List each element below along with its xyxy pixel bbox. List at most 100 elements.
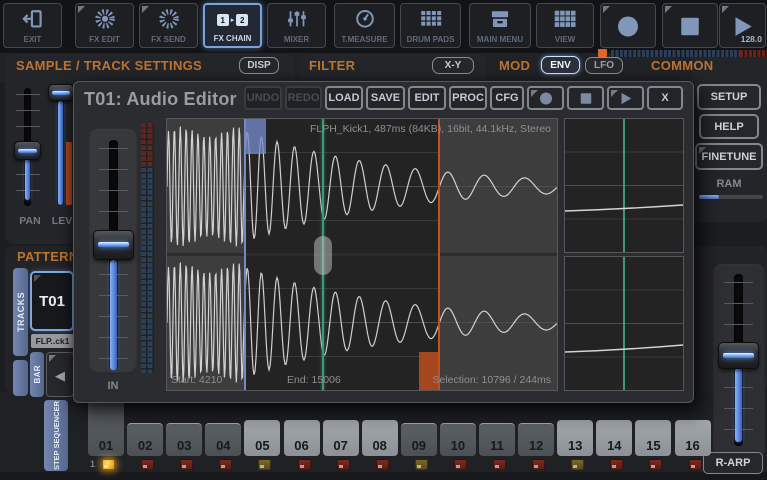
mixer-button[interactable]: MIXER: [267, 3, 326, 48]
step-button-07[interactable]: 07: [323, 420, 359, 456]
dialog-button-label: EDIT: [414, 92, 439, 104]
stop-square-icon: [663, 12, 717, 40]
cfg-button[interactable]: CFG: [490, 86, 524, 110]
dialog-button-label: X: [661, 92, 668, 104]
step-led-10: [454, 459, 467, 470]
xy-button[interactable]: X-Y: [432, 57, 474, 74]
play-triangle-icon: [617, 91, 635, 106]
beat-number-label: 1: [90, 459, 95, 469]
dialog-button-label: CFG: [495, 92, 518, 104]
right-fader-knob[interactable]: [718, 342, 759, 369]
record-button[interactable]: [527, 86, 564, 110]
exit-button[interactable]: EXIT: [3, 3, 62, 48]
step-number: 01: [88, 438, 124, 453]
step-number: 13: [557, 438, 593, 453]
fx-send-button[interactable]: FX SEND: [139, 3, 198, 48]
step-number: 05: [244, 438, 280, 453]
zoom-waveform-svg-top: [565, 119, 683, 252]
step-button-03[interactable]: 03: [166, 423, 202, 456]
view-grid-icon: [537, 7, 593, 31]
view-button[interactable]: VIEW: [536, 3, 594, 48]
sample-name-label: FLP..ck1: [31, 334, 74, 348]
step-button-08[interactable]: 08: [362, 420, 398, 456]
tracks-tab[interactable]: TRACKS: [13, 268, 28, 356]
bar-prev-button[interactable]: ◀: [46, 352, 74, 397]
step-button-12[interactable]: 12: [518, 423, 554, 456]
step-led-06: [298, 459, 311, 470]
fx-chain-button[interactable]: 1▸2FX CHAIN: [203, 3, 262, 48]
t-measure-button[interactable]: T.MEASURE: [334, 3, 395, 48]
pattern-header: PATTERN: [17, 249, 79, 264]
step-led-03: [180, 459, 193, 470]
proc-button[interactable]: PROC: [449, 86, 487, 110]
record-button[interactable]: [600, 3, 656, 48]
play-button[interactable]: 128.0: [719, 3, 766, 48]
fx-edit-button[interactable]: FX EDIT: [75, 3, 134, 48]
waveform-svg: [167, 119, 557, 390]
step-button-11[interactable]: 11: [479, 423, 515, 456]
level-fader-knob[interactable]: [48, 84, 74, 101]
chain-1-2-icon: 1▸2: [205, 8, 260, 32]
step-button-16[interactable]: 16: [675, 420, 711, 456]
in-fader-knob[interactable]: [93, 230, 134, 260]
env-tab[interactable]: ENV: [541, 56, 580, 74]
dialog-button-label: REDO: [288, 92, 320, 104]
lfo-tab[interactable]: LFO: [585, 57, 623, 74]
selection-start-handle[interactable]: [245, 119, 266, 154]
selection-start-text: Start: 4210: [171, 374, 222, 386]
step-button-14[interactable]: 14: [596, 420, 632, 456]
selection-start-marker[interactable]: [244, 119, 246, 390]
undo-button: UNDO: [244, 86, 282, 110]
finetune-button[interactable]: FINETUNE: [695, 143, 763, 170]
play-button[interactable]: [607, 86, 644, 110]
filter-header: FILTER: [309, 58, 355, 73]
close-button[interactable]: X: [647, 86, 683, 110]
step-button-15[interactable]: 15: [635, 420, 671, 456]
zoom-view-right-channel[interactable]: [564, 256, 684, 391]
pattern-set-tab[interactable]: [13, 360, 28, 396]
load-button[interactable]: LOAD: [325, 86, 363, 110]
step-sequencer-tab[interactable]: STEP SEQUENCER: [44, 400, 68, 471]
waveform-panel[interactable]: FLPH_Kick1, 487ms (84KB), 16bit, 44.1kHz…: [166, 118, 558, 391]
setup-button[interactable]: SETUP: [697, 84, 761, 110]
edit-button[interactable]: EDIT: [408, 86, 446, 110]
selection-length-text: Selection: 10796 / 244ms: [433, 374, 552, 386]
step-button-01[interactable]: 01: [88, 398, 124, 456]
step-button-13[interactable]: 13: [557, 420, 593, 456]
stop-button[interactable]: [662, 3, 718, 48]
step-number: 07: [323, 438, 359, 453]
pan-fader-knob[interactable]: [14, 141, 41, 160]
toolbar-button-label: FX EDIT: [76, 35, 133, 44]
drum-pads-button[interactable]: DRUM PADS: [400, 3, 461, 48]
disp-button[interactable]: DISP: [239, 57, 279, 74]
zoom-view-left-channel[interactable]: [564, 118, 684, 253]
ram-bar-fill: [699, 195, 719, 199]
longpress-corner-mark: [611, 90, 618, 97]
dialog-title: T01: Audio Editor: [84, 89, 237, 110]
step-button-06[interactable]: 06: [284, 420, 320, 456]
pattern-position-marker: [598, 49, 607, 57]
ram-label: RAM: [697, 178, 761, 190]
step-number: 04: [205, 438, 241, 453]
step-number: 03: [166, 438, 202, 453]
toolbar-button-label: MAIN MENU: [470, 35, 530, 44]
step-button-04[interactable]: 04: [205, 423, 241, 456]
playhead-grabber[interactable]: [314, 236, 332, 275]
track-pad-t01[interactable]: T01: [30, 271, 74, 331]
step-number: 12: [518, 438, 554, 453]
step-button-02[interactable]: 02: [127, 423, 163, 456]
main-menu-button[interactable]: MAIN MENU: [469, 3, 531, 48]
r-arp-button[interactable]: R-ARP: [703, 452, 763, 474]
toolbar-button-label: T.MEASURE: [335, 35, 394, 44]
step-number: 02: [127, 438, 163, 453]
step-button-05[interactable]: 05: [244, 420, 280, 456]
step-led-05: [258, 459, 271, 470]
selection-end-marker[interactable]: [438, 119, 440, 390]
step-button-09[interactable]: 09: [401, 423, 437, 456]
stop-button[interactable]: [567, 86, 604, 110]
save-button[interactable]: SAVE: [366, 86, 405, 110]
step-led-01: [102, 459, 115, 470]
help-button[interactable]: HELP: [699, 114, 759, 139]
step-button-10[interactable]: 10: [440, 423, 476, 456]
archive-box-icon: [470, 7, 530, 31]
